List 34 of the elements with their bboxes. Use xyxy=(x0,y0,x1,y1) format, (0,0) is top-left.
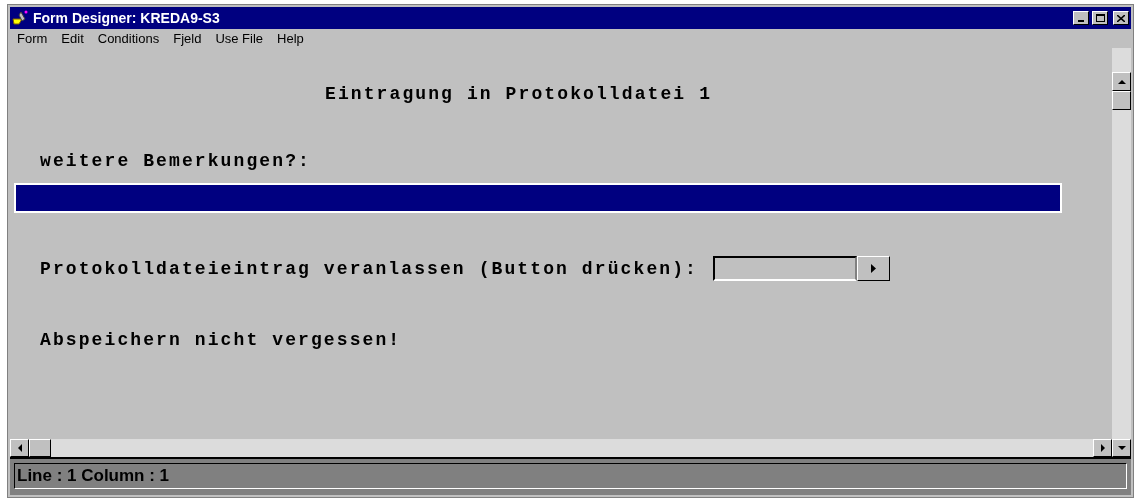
form-label: Eintragung in Protokolldatei 1 xyxy=(324,85,714,103)
up-arrow-icon xyxy=(1117,79,1126,84)
scroll-down-button[interactable] xyxy=(1112,439,1131,457)
maximize-button[interactable] xyxy=(1092,11,1108,25)
menu-item[interactable]: Form xyxy=(15,28,50,49)
form-label: Protokolldateieintrag veranlassen (Button drücken): xyxy=(39,259,699,278)
menu-item[interactable]: Edit xyxy=(59,28,86,49)
scroll-left-button[interactable] xyxy=(10,439,29,457)
form-label: Abspeichern nicht vergessen! xyxy=(39,331,403,349)
input-field[interactable] xyxy=(713,256,857,281)
scroll-thumb[interactable] xyxy=(1112,91,1131,110)
menu-item[interactable]: Help xyxy=(275,28,306,49)
right-arrow-icon xyxy=(871,264,876,273)
left-arrow-icon xyxy=(17,444,22,452)
menu-item[interactable]: Fjeld xyxy=(171,28,204,49)
horizontal-scrollbar[interactable] xyxy=(10,439,1131,459)
menu-item[interactable]: Conditions xyxy=(95,28,162,49)
vertical-scrollbar[interactable] xyxy=(1112,48,1131,439)
app-icon xyxy=(12,10,30,26)
scroll-up-button[interactable] xyxy=(1112,72,1131,91)
close-button[interactable] xyxy=(1113,11,1129,25)
action-button[interactable] xyxy=(857,256,890,281)
close-icon xyxy=(1117,14,1125,22)
down-arrow-icon xyxy=(1117,446,1126,450)
scroll-thumb[interactable] xyxy=(29,439,51,457)
scroll-right-button[interactable] xyxy=(1093,439,1112,457)
maximize-icon xyxy=(1095,14,1105,22)
form-label: weitere Bemerkungen?: xyxy=(39,152,312,170)
minimize-button[interactable] xyxy=(1073,11,1089,25)
status-text: Line : 1 Column : 1 xyxy=(14,463,1127,489)
right-arrow-icon xyxy=(1100,444,1105,452)
menu-item[interactable]: Use File xyxy=(213,28,266,49)
minimize-icon xyxy=(1078,20,1084,22)
window-title: Form Designer: KREDA9-S3 xyxy=(33,8,221,28)
